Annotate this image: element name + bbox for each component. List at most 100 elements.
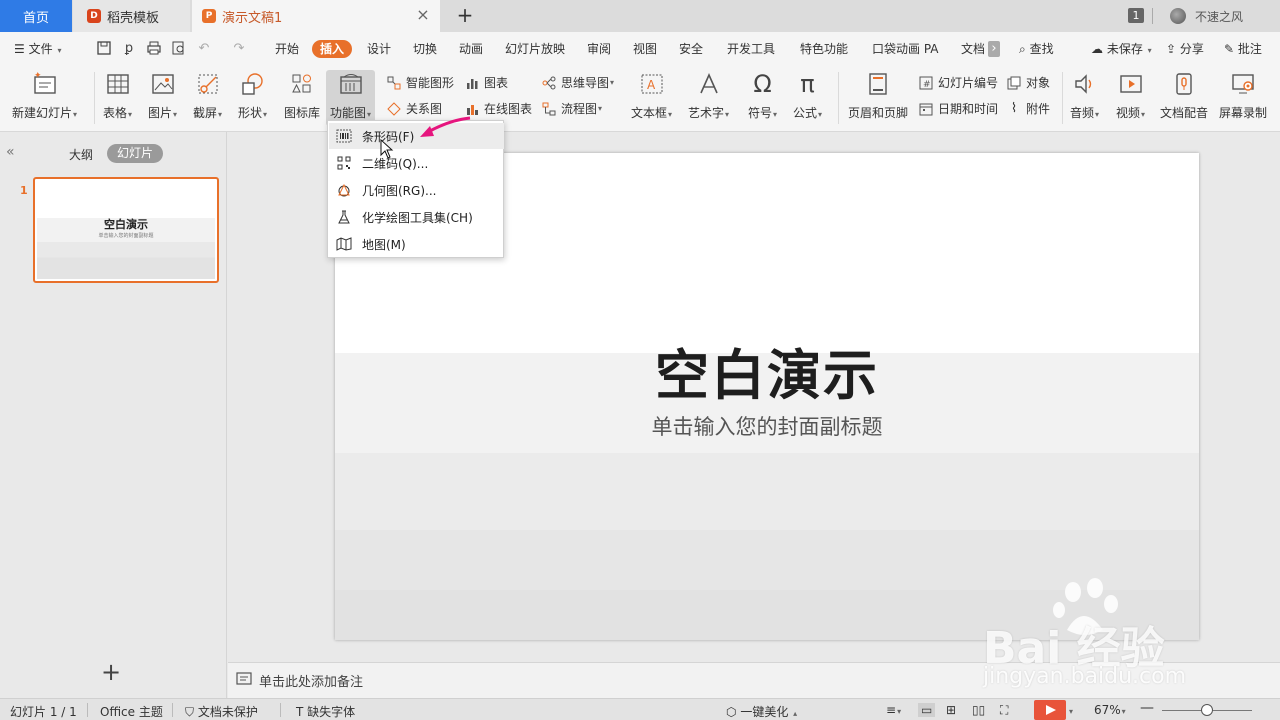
speaker-icon bbox=[1071, 70, 1099, 98]
tab-slides[interactable]: 幻灯片 bbox=[107, 144, 163, 163]
screen-record-button[interactable]: 屏幕录制 bbox=[1219, 70, 1267, 121]
window-count-badge[interactable]: 1 bbox=[1128, 8, 1144, 23]
chart-label: 图表 bbox=[484, 76, 509, 90]
calendar-icon bbox=[918, 101, 934, 117]
audio-button[interactable]: 音频▾ bbox=[1070, 70, 1099, 121]
notes-icon bbox=[236, 671, 252, 687]
header-footer-button[interactable]: 页眉和页脚 bbox=[848, 70, 908, 121]
attachment-button[interactable]: ⌇ 附件 bbox=[1006, 100, 1050, 117]
tab-outline[interactable]: 大纲 bbox=[69, 146, 93, 163]
avatar[interactable] bbox=[1170, 8, 1186, 24]
icon-library-button[interactable]: 图标库 bbox=[284, 70, 320, 121]
narration-button[interactable]: 文档配音 bbox=[1160, 70, 1208, 121]
undo-icon[interactable]: ↶ bbox=[196, 41, 212, 57]
divider bbox=[280, 703, 281, 717]
theme-name[interactable]: Office 主题 bbox=[100, 703, 163, 720]
tab-design[interactable]: 设计 bbox=[367, 40, 391, 58]
slide-title[interactable]: 空白演示 bbox=[335, 331, 1199, 410]
shape-label: 形状 bbox=[238, 106, 263, 120]
file-menu[interactable]: ☰ 文件 ▾ bbox=[14, 40, 61, 58]
slide-number-button[interactable]: # 幻灯片编号 bbox=[918, 74, 998, 91]
beautify-button[interactable]: ⬡ 一键美化 ▴ bbox=[726, 703, 797, 720]
comment-button[interactable]: ✎ 批注 bbox=[1224, 40, 1262, 58]
menu-item-qrcode[interactable]: 二维码(Q)... bbox=[329, 150, 504, 176]
divider bbox=[94, 72, 95, 124]
add-slide-icon[interactable]: + bbox=[101, 660, 121, 684]
menu-item-map[interactable]: 地图(M) bbox=[329, 231, 504, 257]
chevron-right-icon[interactable]: › bbox=[988, 41, 1000, 57]
new-slide-button[interactable]: ✦ 新建幻灯片▾ bbox=[12, 70, 77, 121]
print-preview-icon[interactable] bbox=[171, 41, 187, 57]
tab-animation[interactable]: 动画 bbox=[459, 40, 483, 58]
mouse-cursor-icon bbox=[380, 139, 394, 159]
table-button[interactable]: 表格▾ bbox=[103, 70, 132, 121]
comment-icon: ✎ bbox=[1224, 42, 1235, 56]
plus-icon[interactable]: + bbox=[455, 4, 475, 26]
textbox-button[interactable]: A 文本框▾ bbox=[631, 70, 672, 121]
notes-toggle-icon[interactable]: ≡▾ bbox=[886, 703, 901, 717]
tab-insert[interactable]: 插入 bbox=[312, 40, 353, 58]
formula-button[interactable]: π 公式▾ bbox=[793, 70, 822, 121]
tab-features[interactable]: 特色功能 bbox=[800, 40, 848, 58]
online-chart-button[interactable]: 在线图表 bbox=[464, 100, 532, 117]
tab-document[interactable]: 文档 bbox=[961, 40, 985, 58]
tab-slideshow[interactable]: 幻灯片放映 bbox=[505, 40, 565, 58]
collapse-panel-icon[interactable]: « bbox=[6, 144, 15, 160]
tab-start[interactable]: 开始 bbox=[275, 40, 299, 58]
video-button[interactable]: 视频▾ bbox=[1116, 70, 1145, 121]
smart-shape-icon bbox=[386, 75, 402, 91]
tab-home[interactable]: 首页 bbox=[0, 0, 72, 32]
menu-item-geometry[interactable]: 几何图(RG)... bbox=[329, 177, 504, 203]
save-icon[interactable] bbox=[96, 41, 112, 57]
function-chart-button[interactable]: 功能图▾ bbox=[326, 70, 376, 126]
menu-item-chemistry[interactable]: 化学绘图工具集(CH) bbox=[329, 204, 504, 230]
chart-button[interactable]: 图表 bbox=[464, 74, 508, 91]
tab-template[interactable]: D 稻壳模板 bbox=[73, 0, 190, 32]
picture-button[interactable]: 图片▾ bbox=[148, 70, 177, 121]
cube-icon: ⬡ bbox=[726, 705, 737, 719]
unsaved-button[interactable]: ☁ 未保存 ▾ bbox=[1091, 40, 1152, 58]
object-label: 对象 bbox=[1026, 76, 1051, 90]
date-time-button[interactable]: 日期和时间 bbox=[918, 100, 998, 117]
normal-view-icon[interactable]: ▭ bbox=[918, 703, 936, 717]
slide-thumbnail[interactable]: 空白演示 单击输入您的封面副标题 bbox=[33, 177, 219, 283]
annotation-arrow-icon bbox=[420, 116, 471, 137]
print-icon[interactable] bbox=[146, 41, 162, 57]
baidu-watermark: Bai 经验 jingyan.baidu.com bbox=[983, 578, 1273, 708]
new-slide-label: 新建幻灯片 bbox=[12, 106, 73, 120]
share-icon: ⇪ bbox=[1166, 42, 1177, 56]
share-button[interactable]: ⇪ 分享 bbox=[1166, 40, 1204, 58]
screenshot-button[interactable]: 截屏▾ bbox=[193, 70, 222, 121]
mindmap-button[interactable]: 思维导图 ▾ bbox=[541, 74, 614, 91]
format-painter-icon[interactable]: ꝑ bbox=[121, 41, 137, 57]
object-button[interactable]: 对象 bbox=[1006, 74, 1050, 91]
smart-shape-label: 智能图形 bbox=[406, 76, 455, 90]
tab-pocket-animation[interactable]: 口袋动画 PA bbox=[872, 40, 939, 58]
slide-sorter-icon[interactable]: ⊞ bbox=[946, 703, 956, 717]
menu-item-label: 化学绘图工具集(CH) bbox=[362, 210, 473, 225]
search-button[interactable]: ⌕ 查找 bbox=[1019, 40, 1054, 58]
tab-security[interactable]: 安全 bbox=[679, 40, 703, 58]
slide-subtitle[interactable]: 单击输入您的封面副标题 bbox=[335, 411, 1199, 441]
thumbnail-subtitle: 单击输入您的封面副标题 bbox=[98, 233, 154, 239]
redo-icon[interactable]: ↷ bbox=[231, 41, 247, 57]
search-label: 查找 bbox=[1029, 42, 1054, 56]
smart-shape-button[interactable]: 智能图形 bbox=[386, 74, 454, 91]
missing-font-button[interactable]: T 缺失字体 bbox=[296, 703, 355, 720]
user-name[interactable]: 不速之风 bbox=[1195, 8, 1243, 25]
protection-status[interactable]: ⛉ 文档未保护 bbox=[185, 703, 258, 720]
menu-item-label: 地图(M) bbox=[362, 237, 406, 252]
tab-review[interactable]: 审阅 bbox=[587, 40, 611, 58]
tab-transition[interactable]: 切换 bbox=[413, 40, 437, 58]
tab-view[interactable]: 视图 bbox=[633, 40, 657, 58]
tab-developer[interactable]: 开发工具 bbox=[727, 40, 775, 58]
shape-button[interactable]: 形状▾ bbox=[238, 70, 267, 121]
tab-document[interactable]: P 演示文稿1 × bbox=[192, 0, 440, 32]
notes-placeholder[interactable]: 单击此处添加备注 bbox=[259, 671, 363, 690]
symbol-button[interactable]: Ω 符号▾ bbox=[748, 70, 777, 121]
close-icon[interactable]: × bbox=[416, 7, 430, 23]
wordart-button[interactable]: 艺术字▾ bbox=[688, 70, 729, 121]
flowchart-button[interactable]: 流程图 ▾ bbox=[541, 100, 602, 117]
presentation-file-icon: P bbox=[202, 9, 216, 23]
tab-home-label: 首页 bbox=[22, 10, 49, 26]
